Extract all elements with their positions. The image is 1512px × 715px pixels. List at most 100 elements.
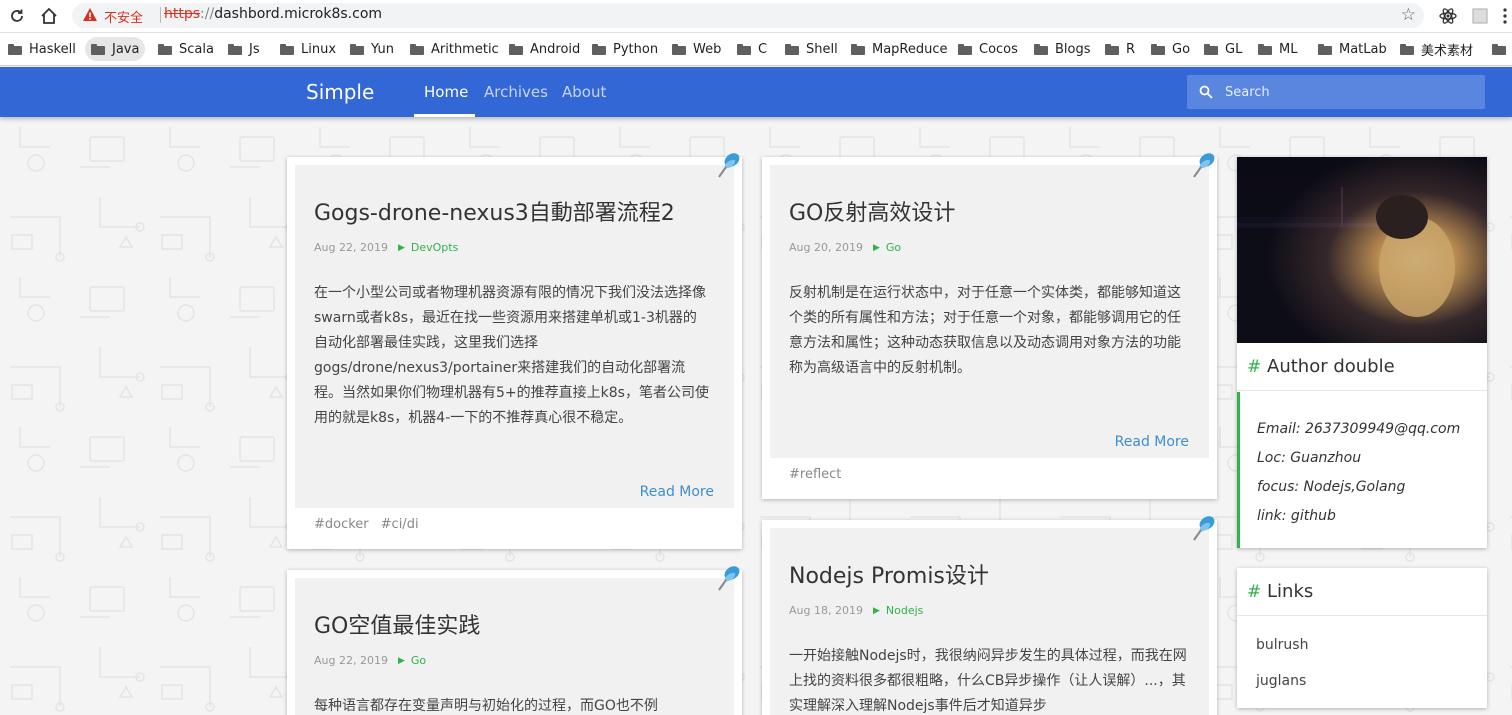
browser-toolbar: 不安全 https://dashbord.microk8s.com ☆ (0, 0, 1512, 33)
search-icon (1199, 85, 1213, 99)
folder-icon (1400, 43, 1414, 55)
bookmark-star-icon[interactable]: ☆ (1401, 5, 1416, 25)
url-text[interactable]: https://dashbord.microk8s.com (164, 6, 382, 22)
post-card-body: GO空值最佳实践 Aug 22, 2019 ▶ Go 每种语言都存在变量声明与初… (295, 578, 734, 715)
folder-icon (1258, 43, 1272, 55)
author-link[interactable]: link: github (1257, 508, 1336, 524)
post-title[interactable]: GO反射高效设计 (789, 195, 955, 227)
bookmark-folder[interactable]: Android (503, 37, 586, 61)
bookmark-folder[interactable]: Blogs (1028, 37, 1097, 61)
bookmark-folder[interactable]: GL (1198, 37, 1248, 61)
warning-icon (83, 8, 97, 21)
search-input[interactable] (1225, 83, 1475, 101)
folder-icon (1492, 43, 1506, 55)
bookmark-folder[interactable]: Shell (779, 37, 844, 61)
menu-icon[interactable] (1494, 5, 1512, 27)
bookmark-folder[interactable]: ML (1252, 37, 1303, 61)
post-title[interactable]: Nodejs Promis设计 (789, 558, 989, 590)
bookmark-folder[interactable]: C (731, 37, 773, 61)
tag-link[interactable]: #ci/di (381, 517, 419, 532)
post-card: GO空值最佳实践 Aug 22, 2019 ▶ Go 每种语言都存在变量声明与初… (287, 566, 742, 715)
folder-icon (1151, 43, 1165, 55)
bookmark-folder[interactable]: Web (666, 37, 727, 61)
post-title[interactable]: Gogs-drone-nexus3自動部署流程2 (314, 195, 675, 227)
folder-icon (1204, 43, 1218, 55)
friend-link[interactable]: juglans (1256, 673, 1306, 689)
post-meta: Aug 18, 2019 ▶ Nodejs (789, 604, 923, 617)
folder-icon (1034, 43, 1048, 55)
links-card: # Links bulrush juglans (1237, 568, 1487, 708)
friend-link[interactable]: bulrush (1256, 637, 1308, 653)
read-more-link[interactable]: Read More (1115, 434, 1189, 450)
post-date: Aug 22, 2019 (314, 241, 388, 254)
post-tags: #reflect (789, 467, 853, 482)
read-more-link[interactable]: Read More (640, 484, 714, 500)
site-brand[interactable]: Simple (306, 80, 374, 104)
post-card: GO反射高效设计 Aug 20, 2019 ▶ Go 反射机制是在运行状态中，对… (762, 153, 1217, 499)
site-header: Simple Home Archives About (0, 67, 1512, 117)
bookmark-folder[interactable]: Scala (152, 37, 220, 61)
bookmark-folder[interactable]: Go (1145, 37, 1196, 61)
bookmark-folder[interactable]: Arithmetic (404, 37, 505, 61)
post-excerpt: 一开始接触Nodejs时，我很纳闷异步发生的具体过程，而我在网上找的资料很多都很… (789, 648, 1187, 714)
hash-icon: # (1247, 357, 1262, 377)
bookmark-folder[interactable]: R (1099, 37, 1141, 61)
folder-icon (592, 43, 606, 55)
folder-icon (1105, 43, 1119, 55)
folder-icon (851, 43, 865, 55)
bookmark-folder[interactable]: MapReduce (845, 37, 954, 61)
post-category[interactable]: Nodejs (886, 604, 924, 617)
home-icon[interactable] (38, 5, 60, 27)
bookmark-folder[interactable]: Haskell (2, 37, 82, 61)
reload-icon[interactable] (6, 5, 28, 27)
folder-icon (228, 43, 242, 55)
nav-archives[interactable]: Archives (484, 83, 548, 101)
pin-icon (1193, 516, 1215, 541)
play-icon: ▶ (397, 655, 405, 666)
author-email: Email: 2637309949@qq.com (1257, 421, 1461, 437)
post-tags: #docker #ci/di (314, 517, 431, 532)
search-box[interactable] (1187, 75, 1485, 109)
folder-icon (158, 43, 172, 55)
author-card: # Author double Email: 2637309949@qq.com… (1237, 157, 1487, 548)
bookmark-folder[interactable]: Linux (274, 37, 342, 61)
pin-icon (1193, 153, 1215, 178)
extension-icon[interactable] (1470, 6, 1490, 26)
address-bar[interactable]: 不安全 https://dashbord.microk8s.com ☆ (72, 3, 1424, 28)
bookmark-folder[interactable]: Java (85, 37, 146, 61)
post-date: Aug 18, 2019 (789, 604, 863, 617)
links-title: Links (1267, 581, 1314, 602)
folder-icon (1318, 43, 1332, 55)
post-title[interactable]: GO空值最佳实践 (314, 608, 480, 640)
folder-icon (509, 43, 523, 55)
bookmark-folder[interactable]: Cocos (952, 37, 1024, 61)
nav-home[interactable]: Home (424, 83, 468, 101)
post-excerpt: 在一个小型公司或者物理机器资源有限的情况下我们没法选择像swarn或者k8s，最… (314, 285, 709, 426)
post-card-body: Gogs-drone-nexus3自動部署流程2 Aug 22, 2019 ▶ … (295, 165, 734, 508)
author-location: Loc: Guanzhou (1257, 450, 1362, 466)
post-meta: Aug 22, 2019 ▶ Go (314, 654, 426, 667)
post-category[interactable]: Go (411, 654, 426, 667)
bookmark-folder[interactable] (1486, 37, 1512, 61)
folder-icon (410, 43, 424, 55)
bookmark-folder[interactable]: 美术素材 (1394, 37, 1479, 61)
react-extension-icon[interactable] (1438, 6, 1458, 26)
author-header: # Author double (1237, 343, 1487, 391)
post-card-body: GO反射高效设计 Aug 20, 2019 ▶ Go 反射机制是在运行状态中，对… (770, 165, 1209, 458)
bookmark-folder[interactable]: Yun (344, 37, 400, 61)
play-icon: ▶ (872, 242, 880, 253)
post-category[interactable]: Go (886, 241, 901, 254)
tag-link[interactable]: #reflect (789, 467, 841, 482)
nav-about[interactable]: About (562, 83, 606, 101)
folder-icon (350, 43, 364, 55)
url-separator: :// (200, 6, 215, 22)
author-photo (1237, 157, 1487, 343)
bookmark-folder[interactable]: Python (586, 37, 664, 61)
folder-icon (91, 43, 105, 55)
bookmarks-bar: Haskell Java Scala Js Linux Yun Arithmet… (0, 33, 1512, 66)
post-category[interactable]: DevOpts (411, 241, 458, 254)
bookmark-folder[interactable]: MatLab (1312, 37, 1393, 61)
bookmark-folder[interactable]: Js (222, 37, 266, 61)
tag-link[interactable]: #docker (314, 517, 369, 532)
author-info: Email: 2637309949@qq.com Loc: Guanzhou f… (1237, 392, 1487, 548)
